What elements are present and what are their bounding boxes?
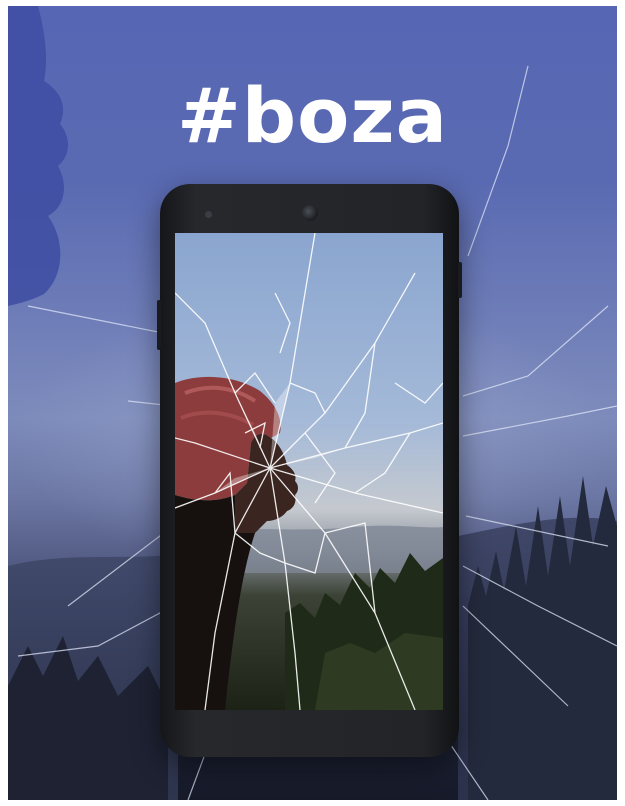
phone-screen [175,233,443,710]
camera-icon [302,205,318,221]
phone-speaker [205,211,212,218]
volume-button [157,300,161,350]
poster-title: #boza [177,71,448,160]
face-silhouette [8,6,68,306]
screen-art [175,233,443,710]
power-button [458,262,462,298]
